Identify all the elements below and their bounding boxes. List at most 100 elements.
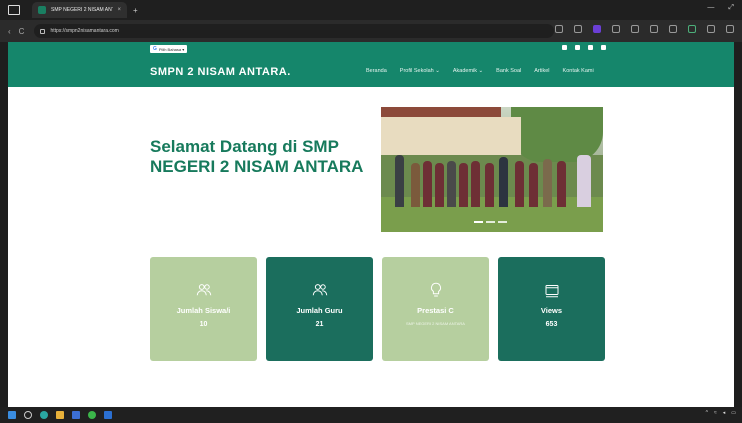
start-icon[interactable] [8, 411, 16, 419]
card-label: Views [540, 306, 563, 315]
store-icon[interactable] [72, 411, 80, 419]
edge-icon[interactable] [40, 411, 48, 419]
favorites-icon[interactable] [650, 25, 658, 33]
site-brand[interactable]: SMPN 2 NISAM ANTARA. [150, 66, 291, 78]
translate-dropdown[interactable]: G Pilih Bahasa ▾ [150, 45, 188, 53]
nav-bank-soal[interactable]: Bank Soal [496, 68, 521, 74]
lock-icon [40, 28, 46, 34]
photo-person [499, 157, 508, 207]
main-nav: Beranda Profil Sekolah ⌄ Akademik ⌄ Bank… [366, 68, 594, 74]
photo-person [411, 163, 420, 207]
chrome-icon[interactable] [88, 411, 96, 419]
photo-person [557, 161, 566, 207]
slider-dot[interactable] [486, 221, 495, 223]
card-label: Prestasi C [417, 306, 454, 315]
nav-artikel[interactable]: Artikel [534, 68, 549, 74]
reload-button[interactable]: C [19, 27, 25, 36]
favorite-star-icon[interactable] [574, 25, 582, 33]
slider-dot[interactable] [498, 221, 507, 223]
photo-person [529, 163, 538, 207]
hero-photo-slider[interactable] [381, 107, 603, 232]
search-icon[interactable] [24, 411, 32, 419]
back-button[interactable]: ‹ [8, 27, 11, 36]
chevron-down-icon: ▾ [181, 46, 185, 52]
stats-cards: Jumlah Siswa/i 10 Jumlah Guru 21 Prestas… [150, 257, 605, 361]
window-icon[interactable] [8, 5, 20, 15]
taskbar: ^ ≈ ◂ ▭ [0, 407, 742, 423]
photo-person [543, 159, 552, 207]
browser-tab-bar: SMP NEGERI 2 NISAM ANTARA × + — ⤢ [0, 0, 742, 20]
web-page: G Pilih Bahasa ▾ SMPN 2 NISAM ANTARA. Be… [8, 42, 734, 407]
photo-person [423, 161, 432, 207]
shield-icon[interactable] [688, 25, 696, 33]
nav-kontak-kami[interactable]: Kontak Kami [563, 68, 594, 74]
photo-person [471, 161, 480, 207]
url-text: https://smpn2nisamantara.com [50, 28, 119, 34]
card-label: Jumlah Guru [296, 306, 343, 315]
screen: SMP NEGERI 2 NISAM ANTARA × + — ⤢ ‹ C ht… [0, 0, 742, 423]
users-icon [196, 284, 211, 296]
photo-building [381, 117, 521, 155]
photo-person [577, 155, 591, 207]
profile-icon[interactable] [707, 25, 715, 33]
system-tray: ^ ≈ ◂ ▭ [706, 410, 736, 416]
browser-tab[interactable]: SMP NEGERI 2 NISAM ANTARA × [32, 2, 127, 18]
photo-person [435, 163, 444, 207]
youtube-icon[interactable] [601, 45, 606, 50]
app-icon[interactable] [104, 411, 112, 419]
lightbulb-icon [430, 282, 441, 297]
file-explorer-icon[interactable] [56, 411, 64, 419]
slider-dots [474, 221, 507, 223]
card-views[interactable]: Views 653 [498, 257, 605, 361]
photo-person [447, 161, 456, 207]
refresh-extension-icon[interactable] [612, 25, 620, 33]
collections-icon[interactable] [669, 25, 677, 33]
social-links [562, 45, 606, 50]
card-value: 21 [315, 321, 324, 328]
battery-icon[interactable]: ▭ [731, 410, 736, 416]
photo-roof [381, 107, 501, 117]
site-favicon-icon [38, 6, 46, 14]
card-jumlah-guru[interactable]: Jumlah Guru 21 [266, 257, 373, 361]
tab-close-button[interactable]: × [117, 7, 121, 13]
window-controls: — ⤢ [707, 4, 734, 12]
card-prestasi[interactable]: Prestasi C SMP NEGERI 2 NISAM ANTARA [382, 257, 489, 361]
minimize-icon[interactable]: — [707, 4, 714, 12]
card-value: 10 [199, 321, 208, 328]
card-subtext: SMP NEGERI 2 NISAM ANTARA [406, 321, 465, 326]
volume-icon[interactable]: ◂ [723, 410, 726, 416]
site-header: G Pilih Bahasa ▾ SMPN 2 NISAM ANTARA. Be… [8, 42, 734, 87]
slider-dot[interactable] [474, 221, 483, 223]
split-screen-icon[interactable] [631, 25, 639, 33]
instagram-icon[interactable] [588, 45, 593, 50]
card-jumlah-siswa[interactable]: Jumlah Siswa/i 10 [150, 257, 257, 361]
monitor-icon [545, 285, 558, 298]
extension-icon[interactable] [593, 25, 601, 33]
new-tab-button[interactable]: + [133, 6, 138, 15]
google-icon: G [153, 46, 157, 52]
wifi-icon[interactable]: ≈ [714, 410, 717, 416]
browser-toolbar [555, 25, 734, 33]
restore-icon[interactable]: ⤢ [728, 4, 734, 12]
hero-title: Selamat Datang di SMP NEGERI 2 NISAM ANT… [150, 137, 364, 176]
chevron-up-icon[interactable]: ^ [706, 410, 708, 416]
address-bar[interactable]: https://smpn2nisamantara.com [34, 24, 555, 38]
photo-person [485, 163, 494, 207]
photo-tree [511, 107, 603, 162]
photo-person [395, 155, 404, 207]
nav-profil-sekolah[interactable]: Profil Sekolah ⌄ [400, 68, 440, 74]
twitter-icon[interactable] [562, 45, 567, 50]
photo-person [459, 163, 468, 207]
browser-address-row: ‹ C https://smpn2nisamantara.com [0, 20, 742, 42]
more-menu-icon[interactable] [726, 25, 734, 33]
facebook-icon[interactable] [575, 45, 580, 50]
translate-label: Pilih Bahasa [158, 46, 182, 52]
card-label: Jumlah Siswa/i [176, 306, 231, 315]
nav-beranda[interactable]: Beranda [366, 68, 387, 74]
card-value: 653 [545, 321, 558, 328]
tab-title: SMP NEGERI 2 NISAM ANTARA [51, 7, 114, 13]
nav-akademik[interactable]: Akademik ⌄ [453, 68, 483, 74]
users-icon [312, 284, 327, 296]
read-aloud-icon[interactable] [555, 25, 563, 33]
photo-person [515, 161, 524, 207]
